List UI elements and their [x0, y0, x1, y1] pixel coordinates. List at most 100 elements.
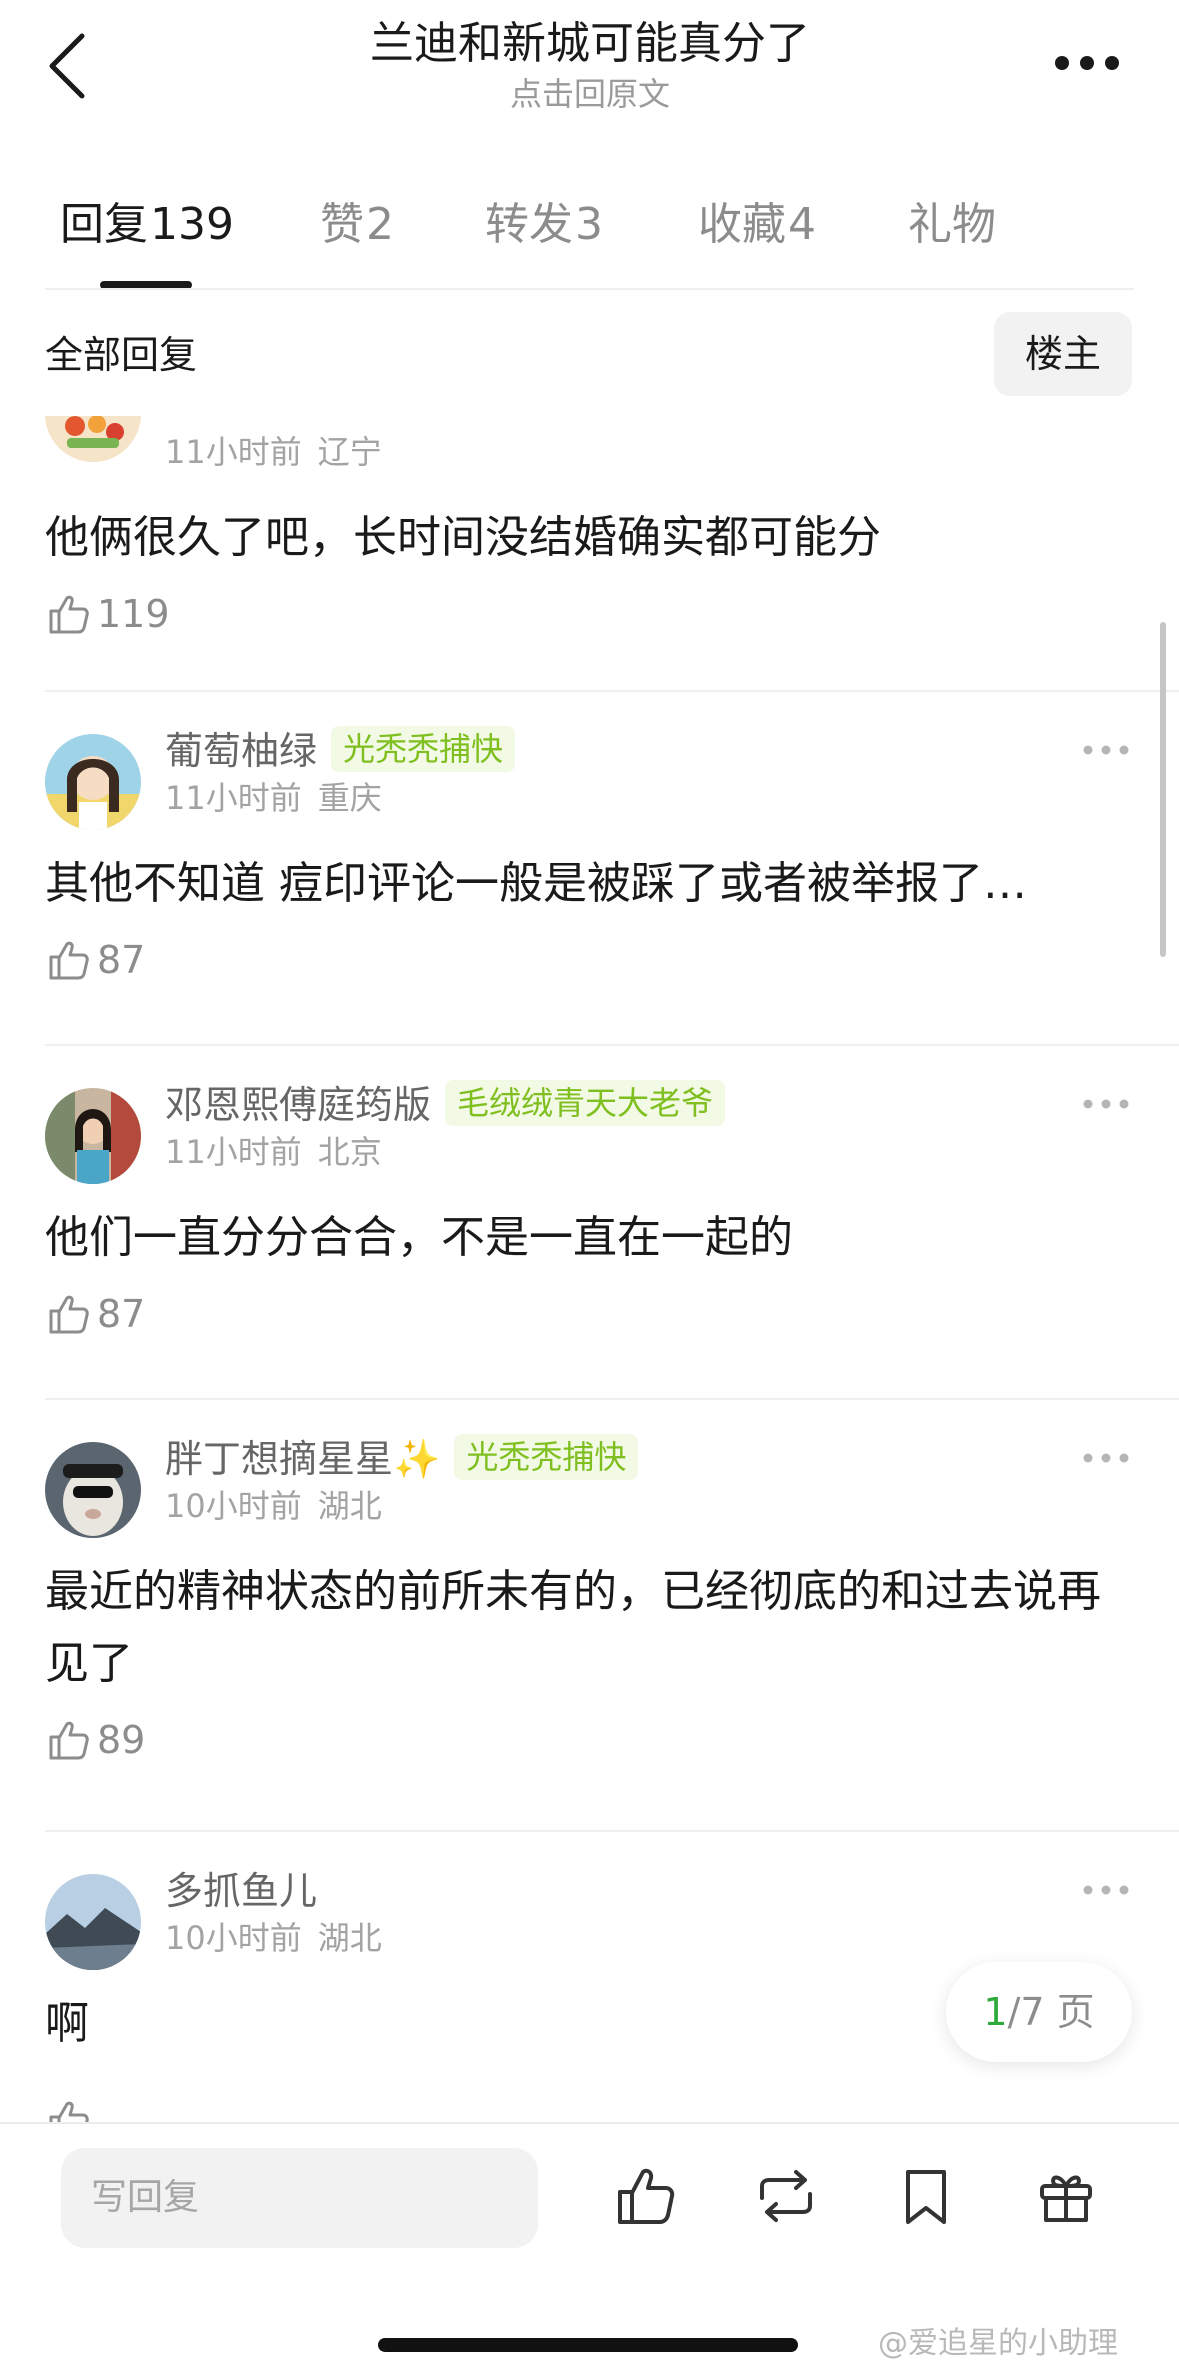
comment-username[interactable]: 多抓鱼儿 — [165, 1866, 317, 1916]
thumbs-up-icon — [49, 1721, 89, 1760]
comment-username[interactable]: 葡萄柚绿 光秃秃捕快 — [165, 726, 516, 776]
tab-replies[interactable]: 回复139 — [60, 185, 234, 265]
thumbs-up-icon — [618, 2168, 675, 2224]
comment-meta: 11小时前 北京 — [165, 1132, 382, 1172]
favorite-button[interactable] — [892, 2162, 960, 2230]
avatar[interactable] — [45, 1442, 141, 1538]
comment-time: 11小时前 — [165, 779, 302, 817]
tab-bar: 回复139 赞2 转发3 收藏4 礼物 — [0, 185, 1179, 290]
divider — [45, 1398, 1179, 1400]
avatar-image — [45, 734, 141, 830]
more-horizontal-icon — [1083, 745, 1129, 755]
back-to-original-link[interactable]: 点击回原文 — [250, 74, 930, 114]
more-options-button[interactable] — [1052, 48, 1122, 78]
comment-username[interactable]: 邓恩熙傅庭筠版 毛绒绒青天大老爷 — [165, 1080, 726, 1130]
thumbs-up-icon — [49, 2101, 89, 2122]
page-indicator[interactable]: 1/7 页 — [946, 1962, 1132, 2062]
divider — [45, 1830, 1179, 1832]
avatar-image — [45, 1874, 141, 1970]
avatar-image — [45, 416, 141, 462]
tab-label: 收藏 — [698, 199, 786, 250]
scrollbar[interactable] — [1160, 622, 1166, 957]
header: 兰迪和新城可能真分了 点击回原文 — [0, 0, 1179, 140]
comment-time: 11小时前 — [165, 1133, 302, 1171]
like-count: 119 — [97, 592, 170, 636]
page-title: 兰迪和新城可能真分了 — [370, 18, 810, 69]
like-button[interactable] — [45, 2096, 93, 2122]
comment-meta: 10小时前 湖北 — [165, 1918, 382, 1958]
tab-reposts[interactable]: 转发3 — [485, 185, 603, 265]
comment-text[interactable]: 他俩很久了吧，长时间没结婚确实都可能分 — [45, 502, 1125, 574]
comment-text[interactable]: 最近的精神状态的前所未有的，已经彻底的和过去说再见了 — [45, 1556, 1125, 1700]
comment-meta: 11小时前 辽宁 — [165, 432, 382, 472]
avatar[interactable] — [45, 416, 141, 462]
all-replies-label[interactable]: 全部回复 — [45, 330, 197, 380]
comment-text[interactable]: 其他不知道 痘印评论一般是被踩了或者被举报了… — [45, 848, 1125, 920]
avatar[interactable] — [45, 1874, 141, 1970]
divider — [45, 288, 1134, 290]
bottom-action-bar: 写回复 @爱追星的小助理 — [0, 2122, 1179, 2379]
tab-gifts[interactable]: 礼物 — [908, 185, 996, 265]
more-horizontal-icon — [1055, 56, 1119, 70]
reply-input[interactable]: 写回复 — [61, 2148, 538, 2248]
page-total: /7 页 — [1007, 1990, 1095, 2034]
more-horizontal-icon — [1083, 1099, 1129, 1109]
like-post-button[interactable] — [612, 2162, 680, 2230]
comment-more-button[interactable] — [1082, 1096, 1130, 1112]
comment-time: 11小时前 — [165, 433, 302, 471]
repost-button[interactable] — [752, 2162, 820, 2230]
divider — [45, 690, 1179, 692]
comment-location: 北京 — [317, 1133, 382, 1171]
gift-icon — [1040, 2175, 1092, 2222]
back-button[interactable] — [38, 28, 98, 104]
user-badge[interactable]: 光秃秃捕快 — [331, 726, 516, 772]
like-button[interactable]: 89 — [45, 1716, 145, 1776]
chevron-left-icon — [49, 33, 85, 99]
comment-location: 湖北 — [317, 1487, 382, 1525]
user-badge[interactable]: 毛绒绒青天大老爷 — [445, 1080, 726, 1126]
comment-more-button[interactable] — [1082, 1450, 1130, 1466]
repost-icon — [760, 2170, 812, 2222]
filter-row: 全部回复 楼主 — [0, 312, 1179, 402]
tab-likes[interactable]: 赞2 — [320, 185, 394, 265]
tab-favorites[interactable]: 收藏4 — [698, 185, 816, 265]
avatar-image — [45, 1442, 141, 1538]
comment-username[interactable]: 胖丁想摘星星✨ 光秃秃捕快 — [165, 1434, 639, 1484]
like-count: 87 — [97, 938, 146, 982]
username-text: 邓恩熙傅庭筠版 — [165, 1083, 432, 1127]
avatar-image — [45, 1088, 141, 1184]
comment-list[interactable]: 11小时前 辽宁 他俩很久了吧，长时间没结婚确实都可能分 119 葡萄柚绿 光秃秃捕… — [0, 416, 1179, 2122]
comment-meta: 10小时前 湖北 — [165, 1486, 382, 1526]
owner-only-button[interactable]: 楼主 — [994, 312, 1132, 396]
thumbs-up-icon — [49, 941, 89, 980]
home-indicator — [378, 2338, 798, 2352]
like-count: 89 — [97, 1718, 146, 1762]
thumbs-up-icon — [49, 595, 89, 634]
comment-more-button[interactable] — [1082, 742, 1130, 758]
comment-location: 辽宁 — [317, 433, 382, 471]
username-text: 多抓鱼儿 — [165, 1869, 318, 1913]
like-button[interactable]: 87 — [45, 936, 145, 996]
title-area[interactable]: 兰迪和新城可能真分了 点击回原文 — [250, 14, 930, 114]
tab-label: 礼物 — [908, 199, 996, 250]
user-badge[interactable]: 光秃秃捕快 — [454, 1434, 639, 1480]
comment-text[interactable]: 他们一直分分合合，不是一直在一起的 — [45, 1202, 1125, 1274]
tab-label: 回复 — [60, 199, 148, 250]
comment-time: 10小时前 — [165, 1487, 302, 1525]
avatar[interactable] — [45, 734, 141, 830]
comment-location: 湖北 — [317, 1919, 382, 1957]
bookmark-icon — [906, 2170, 946, 2224]
more-horizontal-icon — [1083, 1885, 1129, 1895]
tab-count: 139 — [150, 199, 234, 250]
like-count: 87 — [97, 1292, 146, 1336]
avatar[interactable] — [45, 1088, 141, 1184]
gift-button[interactable] — [1032, 2162, 1100, 2230]
comment-more-button[interactable] — [1082, 1882, 1130, 1898]
comment-time: 10小时前 — [165, 1919, 302, 1957]
watermark: @爱追星的小助理 — [878, 2326, 1118, 2361]
comment-meta: 11小时前 重庆 — [165, 778, 382, 818]
like-button[interactable]: 119 — [45, 590, 170, 650]
current-page: 1 — [983, 1990, 1008, 2034]
tab-count: 3 — [575, 199, 603, 250]
like-button[interactable]: 87 — [45, 1290, 145, 1350]
